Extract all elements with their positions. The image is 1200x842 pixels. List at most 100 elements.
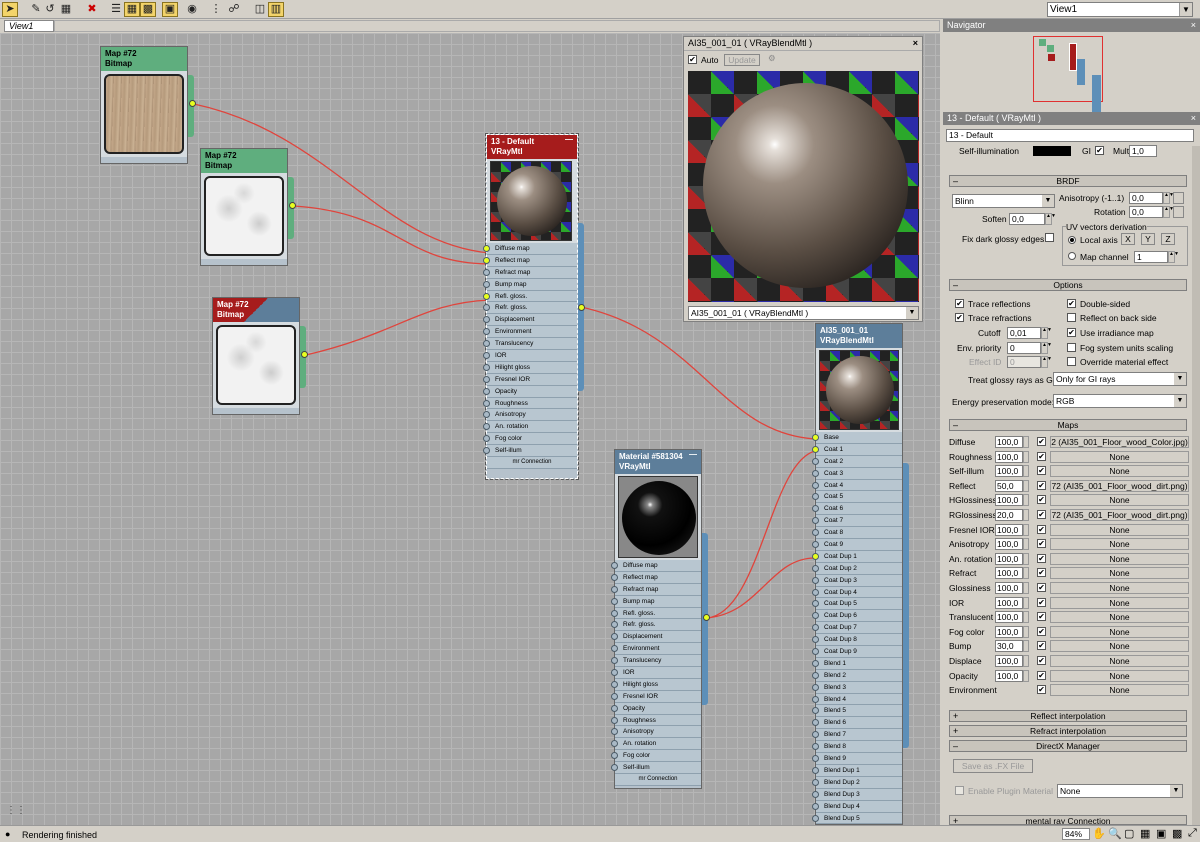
slot-mat2[interactable]: Anisotropy [611, 726, 701, 739]
map-enable-checkbox[interactable]: ✔ [1037, 670, 1046, 680]
axis-x-button[interactable]: X [1121, 233, 1135, 245]
slot-mat2[interactable]: Reflect map [611, 571, 701, 584]
input-port[interactable] [812, 588, 819, 596]
put-material-icon[interactable]: ↺ [42, 2, 58, 17]
slot-default[interactable]: Opacity [483, 385, 577, 398]
map-amount-input[interactable]: 30,0 [995, 640, 1023, 653]
anisotropy-map-button[interactable] [1173, 192, 1184, 204]
map-slot-button[interactable]: None [1050, 538, 1189, 551]
slot-default[interactable]: Reflect map [483, 254, 577, 267]
slot-default[interactable]: Fresnel IOR [483, 373, 577, 386]
slot-blend[interactable]: Blend 9 [812, 753, 902, 765]
background-icon[interactable]: ⋮ [208, 2, 224, 17]
slot-blend[interactable]: Coat 2 [812, 455, 902, 468]
override-effect-checkbox[interactable] [1067, 357, 1076, 366]
map-enable-checkbox[interactable]: ✔ [1037, 451, 1046, 461]
input-port[interactable] [812, 481, 819, 489]
directx-manager-rollup[interactable]: – DirectX Manager [949, 740, 1187, 752]
mr-connection-slot[interactable]: mr Connection [487, 457, 577, 469]
input-port[interactable] [483, 256, 490, 264]
map-slot-button[interactable]: None [1050, 523, 1189, 536]
update-button[interactable]: Update [724, 54, 760, 66]
slot-blend[interactable]: Blend Dup 5 [812, 812, 902, 825]
spinner-arrows[interactable] [1023, 552, 1029, 565]
input-port[interactable] [611, 752, 618, 760]
spinner-arrows[interactable] [1023, 509, 1029, 521]
bitmap-node-reflect[interactable]: Map #72 Bitmap [200, 148, 288, 266]
input-port[interactable] [812, 529, 819, 537]
input-port[interactable] [812, 505, 819, 513]
input-port[interactable] [611, 562, 618, 569]
spinner-arrows[interactable] [1023, 611, 1029, 624]
close-icon[interactable]: × [1191, 19, 1196, 31]
bitmap-node-diffuse[interactable]: Map #72 Bitmap [100, 46, 188, 164]
slot-mat2[interactable]: An. rotation [611, 738, 701, 751]
slot-default[interactable]: Displacement [483, 314, 577, 327]
input-port[interactable] [812, 600, 819, 608]
spinner-arrows[interactable] [1023, 494, 1029, 507]
map-slot-button[interactable]: None [1050, 684, 1189, 697]
input-port[interactable] [812, 612, 819, 620]
brdf-type-dropdown[interactable]: Blinn ▼ [952, 194, 1055, 208]
input-port[interactable] [611, 585, 618, 593]
select-icon[interactable]: ➤ [2, 2, 18, 17]
trace-reflections-checkbox[interactable]: ✔ [955, 299, 964, 308]
slot-blend[interactable]: Coat Dup 4 [812, 586, 902, 599]
slot-blend[interactable]: Coat Dup 8 [812, 634, 902, 647]
collapse-icon[interactable]: — [565, 135, 573, 145]
map-amount-input[interactable]: 100,0 [995, 669, 1023, 682]
map-amount-input[interactable]: 100,0 [995, 655, 1023, 667]
map-enable-checkbox[interactable]: ✔ [1037, 597, 1046, 607]
input-port[interactable] [483, 387, 490, 395]
use-irradiance-checkbox[interactable]: ✔ [1067, 328, 1076, 337]
spinner-arrows[interactable] [1023, 479, 1029, 492]
input-port[interactable] [812, 624, 819, 632]
input-port[interactable] [483, 447, 490, 455]
pan-to-selected-icon[interactable]: ⤢ [1188, 827, 1197, 840]
output-port[interactable] [578, 304, 585, 311]
slot-blend[interactable]: Blend Dup 3 [812, 788, 902, 801]
checker-pattern-icon[interactable]: ▩ [140, 2, 156, 17]
treat-glossy-dropdown[interactable]: Only for GI rays ▼ [1053, 372, 1187, 386]
slot-blend[interactable]: Blend 6 [812, 717, 902, 730]
spinner-arrows[interactable] [1023, 523, 1029, 536]
anisotropy-input[interactable]: 0,0 [1129, 192, 1163, 204]
slot-mat2[interactable]: Displacement [611, 631, 701, 644]
spinner-arrows[interactable]: ▲▼ [1041, 327, 1052, 339]
input-port[interactable] [812, 766, 819, 774]
slot-default[interactable]: Diffuse map [483, 243, 577, 255]
pin-icon[interactable]: ⚙ [768, 53, 776, 64]
slot-blend[interactable]: Coat 5 [812, 491, 902, 504]
input-port[interactable] [611, 669, 618, 677]
slot-default[interactable]: Roughness [483, 397, 577, 410]
preview-material-dropdown[interactable]: AI35_001_01 ( VRayBlendMtl ) ▼ [688, 306, 919, 320]
slot-mat2[interactable]: IOR [611, 667, 701, 679]
slot-mat2[interactable]: Hilight gloss [611, 678, 701, 691]
spinner-arrows[interactable] [1023, 625, 1029, 638]
slot-blend[interactable]: Coat Dup 2 [812, 562, 902, 575]
gi-checkbox[interactable]: ✔ [1095, 146, 1104, 155]
input-port[interactable] [611, 704, 618, 712]
zoom-all-icon[interactable]: ▩ [1172, 827, 1182, 840]
map-amount-input[interactable]: 100,0 [995, 450, 1023, 463]
spinner-arrows[interactable]: ▲▼ [1041, 342, 1052, 354]
slot-mat2[interactable]: Opacity [611, 702, 701, 715]
slot-blend[interactable]: Blend 5 [812, 705, 902, 718]
map-enable-checkbox[interactable]: ✔ [1037, 626, 1046, 636]
map-amount-input[interactable]: 100,0 [995, 611, 1023, 624]
spinner-arrows[interactable] [1023, 582, 1029, 594]
navigator-icon[interactable]: ☍ [226, 2, 242, 17]
input-port[interactable] [812, 719, 819, 727]
input-port[interactable] [483, 280, 490, 288]
axis-y-button[interactable]: Y [1141, 233, 1155, 245]
axis-z-button[interactable]: Z [1161, 233, 1175, 245]
map-slot-button[interactable]: 2 (AI35_001_Floor_wood_Color.jpg) [1050, 436, 1189, 448]
slot-blend[interactable]: Base [812, 432, 902, 444]
slot-default[interactable]: Translucency [483, 338, 577, 351]
input-port[interactable] [483, 411, 490, 419]
spinner-arrows[interactable] [1023, 465, 1029, 478]
map-slot-button[interactable]: 72 (AI35_001_Floor_wood_dirt.png) [1050, 479, 1189, 492]
input-port[interactable] [812, 683, 819, 691]
input-port[interactable] [483, 352, 490, 360]
slot-mat2[interactable]: Roughness [611, 714, 701, 727]
